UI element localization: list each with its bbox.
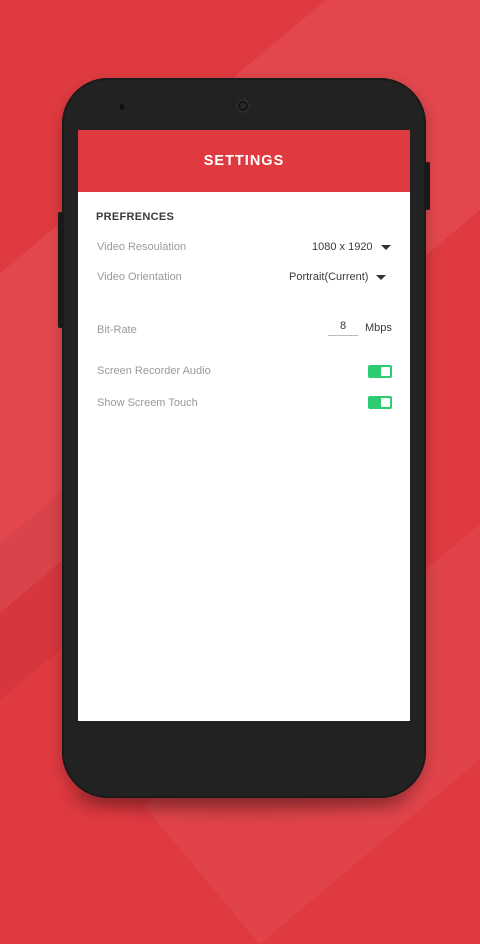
app-bar: SETTINGS — [78, 130, 410, 192]
video-orientation-label: Video Orientation — [97, 271, 182, 283]
bit-rate-input[interactable]: 8 — [328, 320, 358, 336]
front-camera-icon — [236, 99, 250, 113]
section-title-preferences: PREFRENCES — [96, 211, 175, 223]
proximity-sensor-icon — [119, 104, 125, 110]
dropdown-arrow-icon — [376, 274, 387, 280]
toggle-knob — [381, 398, 390, 407]
screen-recorder-audio-toggle[interactable] — [368, 365, 392, 378]
video-resolution-value: 1080 x 1920 — [312, 241, 373, 253]
bit-rate-unit: Mbps — [365, 322, 392, 334]
toggle-knob — [381, 367, 390, 376]
video-resolution-label: Video Resoulation — [97, 241, 187, 253]
video-orientation-dropdown[interactable]: Portrait(Current) — [289, 271, 387, 283]
video-orientation-value: Portrait(Current) — [289, 271, 369, 283]
dropdown-arrow-icon — [380, 244, 391, 250]
page-title: SETTINGS — [203, 153, 285, 169]
show-screen-touch-label: Show Screem Touch — [97, 397, 198, 409]
bit-rate-label: Bit-Rate — [97, 324, 137, 336]
video-resolution-dropdown[interactable]: 1080 x 1920 — [312, 241, 391, 253]
show-screen-touch-toggle[interactable] — [368, 396, 392, 409]
screen-recorder-audio-label: Screen Recorder Audio — [97, 365, 211, 377]
phone-screen: SETTINGS PREFRENCES Video Resoulation 10… — [78, 130, 410, 721]
